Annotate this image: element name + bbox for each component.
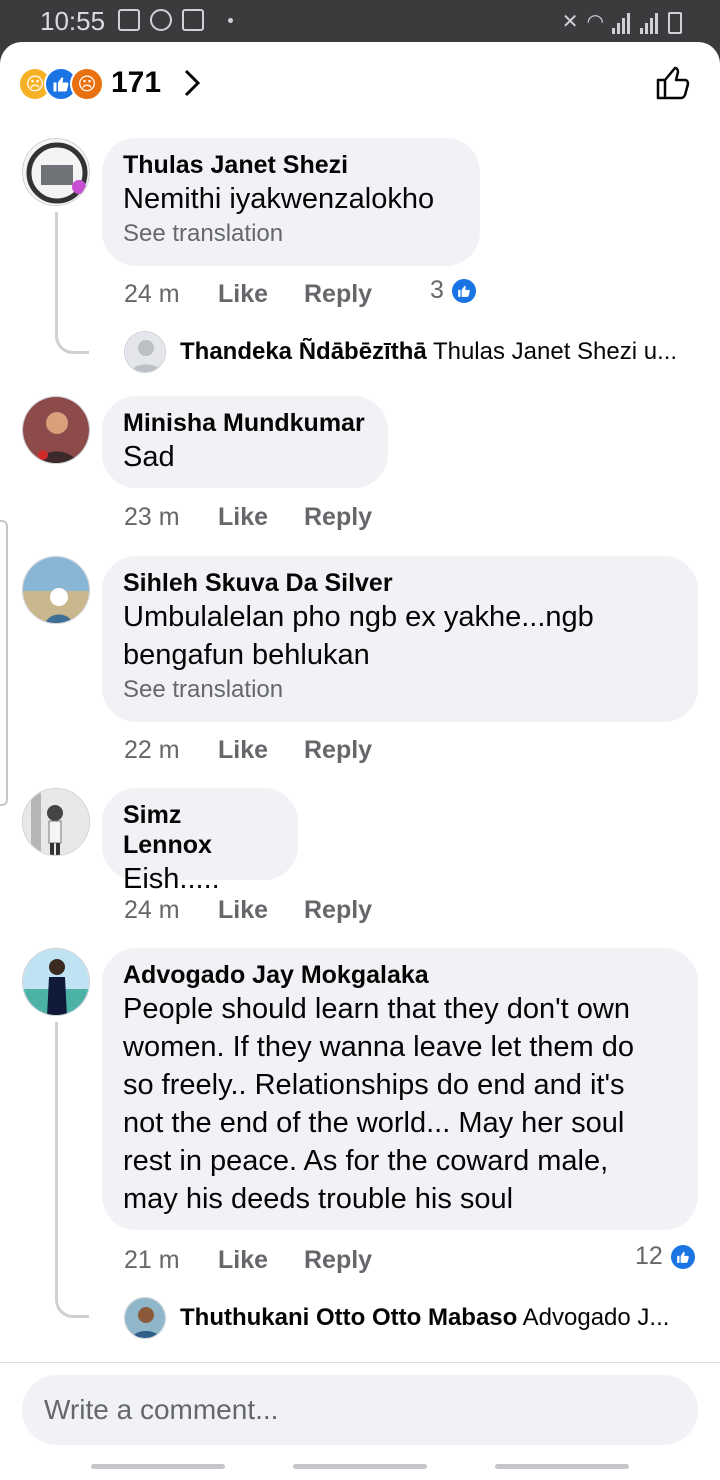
comment-time: 24 m [124,280,180,308]
comment-bubble[interactable]: Simz Lennox Eish..... [102,788,298,895]
comment-author[interactable]: Minisha Mundkumar [123,408,367,438]
back-nav-button[interactable] [495,1464,629,1469]
reply-preview[interactable]: Thuthukani Otto Otto Mabaso Advogado J..… [124,1296,704,1340]
comment-bubble[interactable]: Minisha Mundkumar Sad [102,396,388,488]
comment-actions: 21 m Like Reply [124,1246,372,1275]
comments-sheet: ☹ ☹ 171 Thulas Janet Shezi Nemithi iyakw… [0,42,720,1480]
comment-actions: 23 m Like Reply [124,503,372,532]
mute-icon: ✕ [561,11,579,33]
status-time: 10:55 [40,6,106,36]
thread-line [55,212,89,354]
comment-author[interactable]: Sihleh Skuva Da Silver [123,568,677,598]
comment-time: 21 m [124,1246,180,1274]
reply-snippet: Thulas Janet Shezi u... [432,338,678,365]
avatar[interactable] [22,788,90,856]
see-translation-link[interactable]: See translation [123,674,677,706]
comment-like-count[interactable]: 3 [430,276,478,305]
comment-like-count[interactable]: 12 [635,1242,697,1271]
reply-button[interactable]: Reply [304,736,372,765]
more-notifications-dot-icon [228,18,233,23]
comment-author[interactable]: Simz Lennox [123,800,277,860]
comment-actions: 24 m Like Reply [124,280,372,309]
wifi-icon: ◠ [586,11,604,33]
comment-actions: 22 m Like Reply [124,736,372,765]
signal-icon [612,12,632,34]
comment-text: Umbulalelan pho ngb ex yakhe...ngb benga… [123,601,594,671]
avatar[interactable] [22,556,90,624]
like-button[interactable]: Like [218,736,304,765]
comment-author[interactable]: Thulas Janet Shezi [123,150,459,180]
comment-text: Sad [123,441,175,473]
reply-button[interactable]: Reply [304,896,372,925]
reply-preview[interactable]: Thandeka Ñdābēzīthā Thulas Janet Shezi u… [124,330,704,374]
reply-button[interactable]: Reply [304,1246,372,1275]
reply-preview-text: Thandeka Ñdābēzīthā Thulas Janet Shezi u… [180,338,677,366]
comment-bubble[interactable]: Thulas Janet Shezi Nemithi iyakwenzalokh… [102,138,480,266]
chevron-right-icon[interactable] [180,68,204,98]
like-button[interactable]: Like [218,503,304,532]
comment-input-placeholder: Write a comment... [44,1394,279,1425]
battery-icon [668,12,682,34]
reaction-bar[interactable]: ☹ ☹ 171 [0,42,720,126]
home-nav-button[interactable] [293,1464,427,1469]
reply-author[interactable]: Thuthukani Otto Otto Mabaso [180,1304,517,1331]
comment-input[interactable]: Write a comment... [22,1375,698,1445]
comment-author[interactable]: Advogado Jay Mokgalaka [123,960,677,990]
like-button[interactable]: Like [218,896,304,925]
status-bar: 10:55 ✕ ◠ [0,0,720,42]
comment-text: Eish..... [123,863,220,895]
comment-bubble[interactable]: Advogado Jay Mokgalaka People should lea… [102,948,698,1230]
reply-preview-text: Thuthukani Otto Otto Mabaso Advogado J..… [180,1304,669,1332]
recents-nav-button[interactable] [91,1464,225,1469]
signal-icon-2 [640,12,660,34]
reply-snippet: Advogado J... [522,1304,670,1331]
see-translation-link[interactable]: See translation [123,218,459,250]
scroll-edge-handle[interactable] [0,520,8,806]
like-button[interactable]: Like [218,1246,304,1275]
comment-time: 24 m [124,896,180,924]
comment-actions: 24 m Like Reply [124,896,372,925]
comment-text: Nemithi iyakwenzalokho [123,183,435,215]
reply-button[interactable]: Reply [304,280,372,309]
avatar[interactable] [22,138,90,206]
reply-avatar [124,331,166,373]
comment-time: 23 m [124,503,180,531]
comment-bubble[interactable]: Sihleh Skuva Da Silver Umbulalelan pho n… [102,556,698,722]
reaction-count[interactable]: 171 [111,66,161,100]
angry-reaction-icon: ☹ [70,67,104,101]
avatar[interactable] [22,948,90,1016]
comment-time: 22 m [124,736,180,764]
image-icon [118,9,140,31]
thread-line [55,1022,89,1318]
like-button[interactable]: Like [218,280,304,309]
reply-button[interactable]: Reply [304,503,372,532]
like-badge-icon [449,276,478,305]
like-count-value: 3 [430,276,444,304]
like-post-button[interactable] [654,64,692,102]
messenger-icon [150,9,172,31]
reply-avatar [124,1297,166,1339]
system-nav-bar [0,1454,720,1480]
comment-text: People should learn that they don't own … [123,993,635,1215]
like-count-value: 12 [635,1242,663,1270]
reaction-icons[interactable]: ☹ ☹ [18,67,104,101]
screen-icon [182,9,204,31]
like-badge-icon [668,1242,697,1271]
notification-icons [118,9,204,31]
reply-author[interactable]: Thandeka Ñdābēzīthā [180,338,427,365]
system-icons: ✕ ◠ [562,9,682,34]
avatar[interactable] [22,396,90,464]
